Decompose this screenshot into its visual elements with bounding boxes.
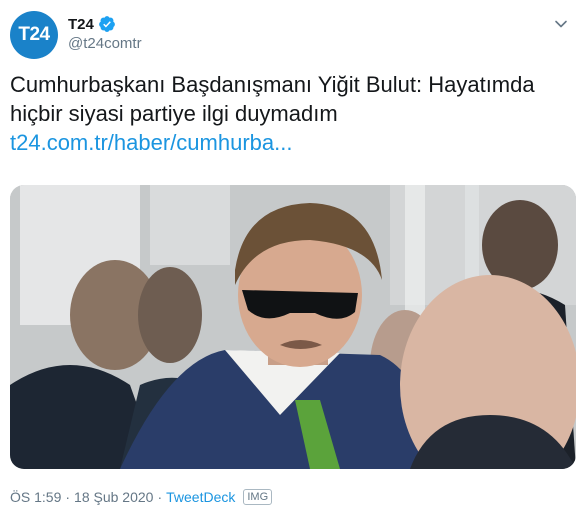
- tweet-source[interactable]: TweetDeck: [166, 489, 235, 505]
- tweet-date[interactable]: 18 Şub 2020: [74, 489, 153, 505]
- tweet-header: T24 T24 @t24comtr: [10, 9, 572, 61]
- img-badge: IMG: [243, 489, 273, 505]
- photo-illustration: [10, 185, 576, 469]
- footer-separator-2: ·: [157, 489, 163, 505]
- article-link[interactable]: t24.com.tr/haber/cumhurba...: [10, 128, 570, 157]
- tweet-footer: ÖS 1:59 · 18 Şub 2020 · TweetDeck IMG: [10, 489, 273, 505]
- display-name-row: T24: [68, 15, 142, 33]
- footer-separator: ·: [65, 489, 71, 505]
- verified-badge-icon: [98, 16, 115, 32]
- tweet-text: Cumhurbaşkanı Başdanışmanı Yiğit Bulut: …: [10, 72, 535, 126]
- tweet-card: T24 T24 @t24comtr Cumhurbaşkanı Başdanış…: [0, 0, 582, 516]
- handle[interactable]: @t24comtr: [68, 35, 142, 52]
- author-names: T24 @t24comtr: [68, 15, 142, 53]
- chevron-down-icon[interactable]: [554, 17, 568, 31]
- avatar[interactable]: T24: [10, 11, 58, 59]
- display-name[interactable]: T24: [68, 16, 94, 33]
- tweet-text-block: Cumhurbaşkanı Başdanışmanı Yiğit Bulut: …: [10, 70, 570, 157]
- tweet-time[interactable]: ÖS 1:59: [10, 489, 61, 505]
- tweet-photo[interactable]: [10, 185, 576, 469]
